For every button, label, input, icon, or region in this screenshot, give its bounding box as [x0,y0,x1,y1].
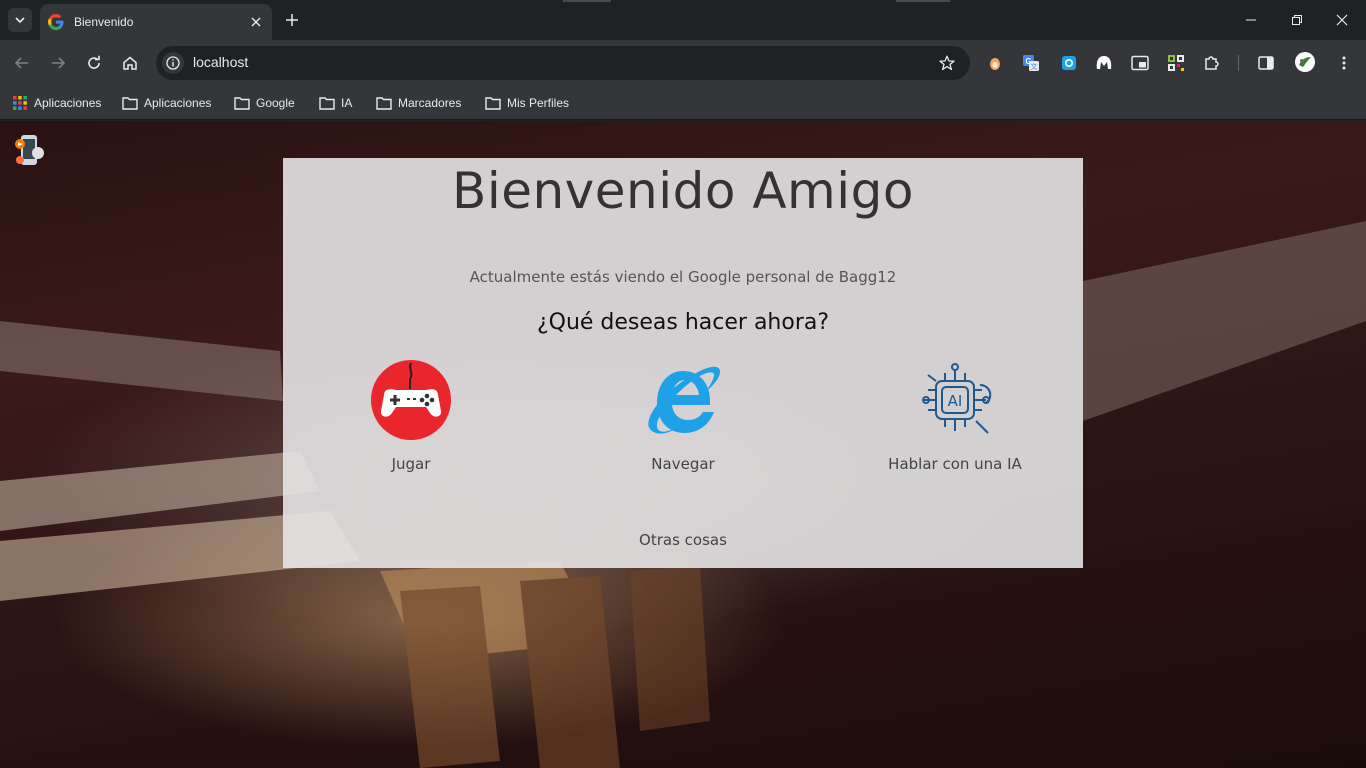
browser-toolbar: localhost G文 [0,40,1366,86]
plus-icon [286,14,298,26]
svg-text:AI: AI [948,392,963,410]
close-icon [1336,14,1348,26]
option-label: Navegar [651,455,715,473]
arrow-right-icon [52,57,66,69]
svg-text:文: 文 [1031,62,1038,71]
reload-button[interactable] [82,51,106,75]
page-title: Bienvenido Amigo [452,162,914,220]
side-panel-icon[interactable] [1257,54,1275,72]
toolbar-separator [1238,55,1239,71]
bookmark-folder-google[interactable]: Google [234,92,295,114]
puzzle-icon[interactable] [1203,54,1221,72]
bookmark-folder-marcadores[interactable]: Marcadores [376,92,461,114]
bookmark-label: Aplicaciones [34,96,102,110]
malwarebytes-icon[interactable] [1095,54,1113,72]
tab-close-icon[interactable] [248,14,264,30]
back-button[interactable] [10,51,34,75]
ai-chip-icon[interactable]: AI [914,359,996,441]
screen-capture-icon[interactable] [1060,54,1078,72]
welcome-panel: Bienvenido Amigo Actualmente estás viend… [283,158,1083,568]
restore-icon [1292,15,1302,25]
bookmarks-bar: Aplicaciones Aplicaciones Google IA Marc… [0,86,1366,120]
otras-cosas-link[interactable]: Otras cosas [283,531,1083,549]
option-hablar-ia[interactable]: AI Hablar con una IA [855,359,1055,473]
arrow-left-icon [14,57,28,69]
minimize-icon [1246,19,1256,21]
bookmark-folder-ia[interactable]: IA [319,92,352,114]
site-info-icon[interactable] [162,52,184,74]
tab-search-button[interactable] [8,8,32,32]
bookmark-folder-aplicaciones[interactable]: Aplicaciones [122,92,211,114]
menu-kebab-icon[interactable] [1335,54,1353,72]
option-label: Jugar [391,455,431,473]
restore-button[interactable] [1285,8,1309,32]
folder-icon [234,95,250,111]
page-viewport: Bienvenido Amigo Actualmente estás viend… [0,121,1366,768]
bookmark-label: Mis Perfiles [507,96,570,110]
home-button[interactable] [118,51,142,75]
gamepad-icon[interactable] [370,359,452,441]
minimize-button[interactable] [1239,8,1263,32]
page-subtitle: Actualmente estás viendo el Google perso… [469,268,897,286]
option-label: Hablar con una IA [888,455,1022,473]
bookmark-label: Marcadores [398,96,462,110]
qr-code-icon[interactable] [1167,54,1185,72]
url-text: localhost [193,54,249,70]
close-window-button[interactable] [1330,8,1354,32]
app-launcher-icon[interactable] [12,133,48,169]
picture-in-picture-icon[interactable] [1131,54,1149,72]
folder-icon [376,95,392,111]
google-favicon-icon [48,14,64,30]
google-translate-icon[interactable]: G文 [1022,54,1040,72]
bookmark-star-icon[interactable] [938,54,956,72]
home-icon [123,56,137,70]
address-bar[interactable]: localhost [156,46,970,80]
bookmark-label: Aplicaciones [144,96,212,110]
bookmark-label: IA [341,96,353,110]
tab-bienvenido[interactable]: Bienvenido [40,4,272,40]
extension-orange-icon[interactable] [986,54,1004,72]
question-heading: ¿Qué deseas hacer ahora? [536,310,830,335]
bookmark-label: Google [256,96,295,110]
reload-icon [88,55,100,69]
option-navegar[interactable]: Navegar [583,359,783,473]
folder-icon [485,95,501,111]
tab-strip-indicator [896,0,950,2]
folder-icon [319,95,335,111]
forward-button[interactable] [46,51,70,75]
folder-icon [122,95,138,111]
option-jugar[interactable]: Jugar [311,359,511,473]
profile-avatar[interactable] [1294,51,1316,73]
tab-title: Bienvenido [74,15,134,29]
apps-grid-icon [12,95,28,111]
tab-strip-indicator [563,0,611,2]
bookmark-folder-mis-perfiles[interactable]: Mis Perfiles [485,92,569,114]
tab-strip: Bienvenido [0,0,1366,40]
internet-explorer-icon[interactable] [642,359,724,441]
new-tab-button[interactable] [282,10,302,30]
bookmark-apps[interactable]: Aplicaciones [12,92,101,114]
chevron-down-icon [15,17,25,24]
